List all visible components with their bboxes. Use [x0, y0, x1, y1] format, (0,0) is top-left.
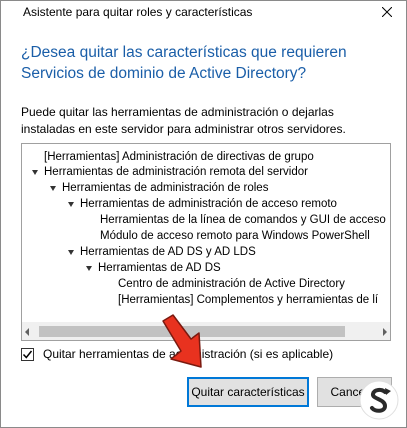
tree-item-label: [Herramientas] Administración de directi…: [44, 151, 314, 163]
scroll-right-icon[interactable]: [383, 328, 387, 336]
watermark-logo-icon: [359, 380, 399, 420]
features-tree-content: [Herramientas] Administración de directi…: [22, 146, 390, 321]
checkmark-icon: [22, 350, 33, 359]
tree-item[interactable]: Herramientas de administración de acceso…: [68, 197, 337, 212]
tree-item-label: Herramientas de AD DS: [98, 262, 221, 274]
tree-item-label: Herramientas de administración de roles: [62, 182, 269, 194]
expand-triangle-icon[interactable]: [50, 186, 56, 191]
dialog-heading: ¿Desea quitar las características que re…: [21, 44, 347, 82]
close-icon: [382, 7, 392, 17]
tree-item-label: Herramientas de la línea de comandos y G…: [100, 214, 386, 226]
tree-item[interactable]: Herramientas de AD DS y AD LDS: [68, 245, 256, 260]
tree-item-label: Herramientas de administración remota de…: [44, 166, 308, 178]
expand-triangle-icon[interactable]: [32, 170, 38, 175]
remove-features-dialog: Asistente para quitar roles y caracterís…: [0, 0, 407, 428]
tree-item: [Herramientas] Administración de directi…: [44, 150, 314, 165]
red-arrow-icon: [162, 314, 202, 368]
title-bar: Asistente para quitar roles y caracterís…: [1, 1, 406, 25]
tree-item[interactable]: Herramientas de administración de roles: [50, 181, 268, 196]
remove-tools-checkbox[interactable]: [21, 347, 34, 361]
tree-item: [Herramientas] Complementos y herramient…: [118, 293, 378, 308]
expand-triangle-icon[interactable]: [68, 202, 74, 207]
expand-triangle-icon[interactable]: [86, 266, 92, 271]
remove-features-button[interactable]: Quitar características: [187, 377, 309, 407]
expand-triangle-icon[interactable]: [68, 250, 74, 255]
features-tree[interactable]: [Herramientas] Administración de directi…: [21, 143, 391, 341]
dialog-description: Puede quitar las herramientas de adminis…: [21, 105, 346, 136]
tree-item[interactable]: Herramientas de AD DS: [86, 261, 221, 276]
tree-item: Centro de administración de Active Direc…: [118, 277, 345, 292]
tree-item[interactable]: Herramientas de administración remota de…: [32, 165, 308, 180]
tree-item: Módulo de acceso remoto para Windows Pow…: [100, 229, 370, 244]
tree-item-label: Herramientas de AD DS y AD LDS: [80, 246, 256, 258]
tree-item-label: Módulo de acceso remoto para Windows Pow…: [100, 230, 370, 242]
close-button[interactable]: [372, 1, 402, 23]
tree-item-label: Herramientas de administración de acceso…: [80, 198, 337, 210]
window-title: Asistente para quitar roles y caracterís…: [23, 5, 253, 19]
scroll-left-icon[interactable]: [25, 328, 29, 336]
tree-item-label: [Herramientas] Complementos y herramient…: [118, 294, 379, 306]
tree-item: Herramientas de la línea de comandos y G…: [100, 213, 386, 228]
tree-item-label: Centro de administración de Active Direc…: [118, 278, 345, 290]
